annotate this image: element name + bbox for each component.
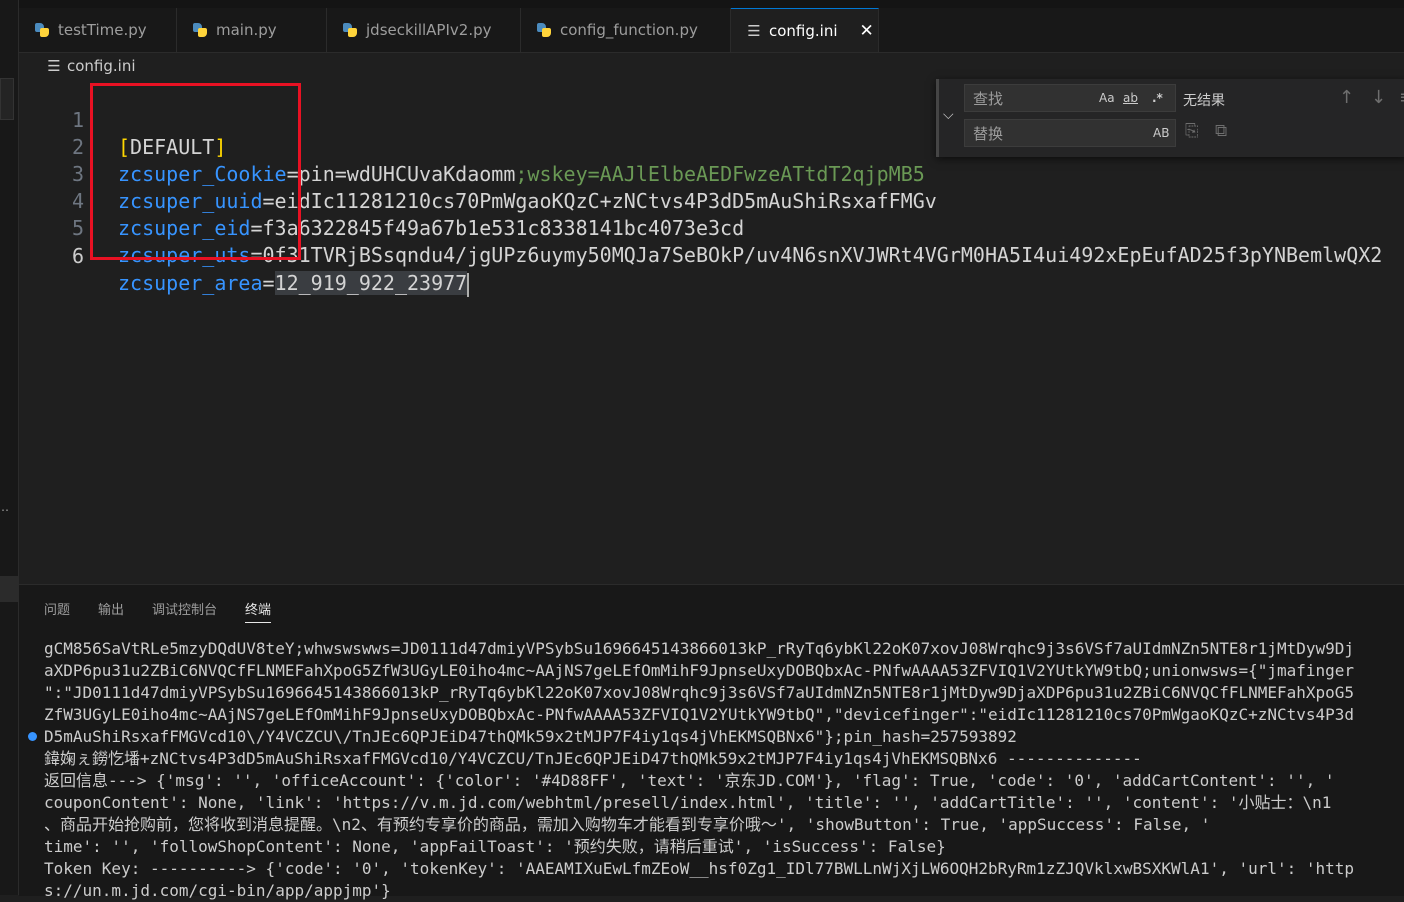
editor-tab-bar: testTime.py main.py jdseckillAPIv2.py co… xyxy=(19,0,1404,53)
terminal-line: time': '', 'followShopContent': None, 'a… xyxy=(44,837,946,856)
tab-label: testTime.py xyxy=(58,21,147,39)
selection-icon[interactable]: ≡ xyxy=(1399,87,1404,108)
tab-config-ini[interactable]: ☰ config.ini ✕ xyxy=(731,8,879,52)
python-icon xyxy=(537,22,552,38)
equals-sign: = xyxy=(250,243,263,267)
more-icon[interactable]: ‥ xyxy=(1,500,9,514)
previous-match-icon[interactable]: ↑ xyxy=(1339,87,1354,108)
terminal-line: D5mAuShiRsxafFMGVcd10\/Y4VCZCU\/TnJEc6QP… xyxy=(44,727,1017,746)
config-value: 0f31TVRjBSsqndu4/jgUPz6uymy50MQJa7SeBOkP… xyxy=(262,243,1383,267)
code-line-current[interactable]: 6 zcsuper_area=12_919_922_23977 xyxy=(19,216,1404,297)
terminal-line: ":"JD0111d47dmiyVPSybSu1696645143866013k… xyxy=(44,683,1355,702)
panel-tabs: 问题 输出 调试控制台 终端 xyxy=(44,599,272,623)
terminal-line: 鍏婅ぇ鐒忔墦+zNCtvs4P3dD5mAuShiRsxafFMGVcd10/Y… xyxy=(44,749,1142,768)
replace-box: AB xyxy=(964,119,1176,147)
tab-jdseckillapiv2[interactable]: jdseckillAPIv2.py xyxy=(327,8,521,52)
equals-sign: = xyxy=(262,271,275,295)
terminal-line: aXDP6pu31u2ZBiC6NVQCfFLNMEFahXpoG5ZfW3UG… xyxy=(44,661,1355,680)
tab-config-function[interactable]: config_function.py xyxy=(521,8,731,52)
text-cursor xyxy=(467,272,470,297)
find-result-count: 无结果 xyxy=(1183,93,1225,109)
find-replace-widget: ⌵ Aa ab .* AB 无结果 ↑ ↓ ≡ ⎘ ⧉ xyxy=(936,79,1404,157)
command-decoration-icon[interactable] xyxy=(28,732,37,741)
ini-file-icon: ☰ xyxy=(47,57,61,75)
config-key: zcsuper_area xyxy=(118,271,263,295)
terminal-line: couponContent': None, 'link': 'https://v… xyxy=(44,793,1332,812)
config-key: zcsuper_uts xyxy=(118,243,251,267)
replace-input[interactable] xyxy=(971,123,1095,145)
terminal-line: ZfW3UGyLE0iho4mc~AAjNS7geLEfOmMihF9Jpnse… xyxy=(44,705,1355,724)
tab-terminal[interactable]: 终端 xyxy=(245,599,272,623)
bottom-panel: 问题 输出 调试控制台 终端 gCM856SaVtRLe5mzyDQdUV8te… xyxy=(19,584,1404,900)
replace-one-icon[interactable]: ⎘ xyxy=(1185,121,1199,141)
terminal-line: 返回信息---> {'msg': '', 'officeAccount': {'… xyxy=(44,771,1335,790)
terminal-line: gCM856SaVtRLe5mzyDQdUV8teY;whwswswws=JD0… xyxy=(44,639,1355,658)
activity-bar: ‥ xyxy=(0,0,19,895)
line-number: 6 xyxy=(71,244,84,268)
terminal-line: 、商品开始抢购前，您将收到消息提醒。\n2、有预约专享价的商品，需加入购物车才能… xyxy=(44,815,1211,834)
config-value-selected: 12_919_922_23977 xyxy=(274,271,468,295)
tab-label: config_function.py xyxy=(560,21,698,39)
tab-label: config.ini xyxy=(769,21,838,40)
toggle-replace-chevron-icon[interactable]: ⌵ xyxy=(943,107,954,123)
whole-word-icon[interactable]: ab xyxy=(1123,91,1138,105)
terminal-line: Token Key: ----------> {'code': '0', 'to… xyxy=(44,859,1355,878)
terminal-output[interactable]: gCM856SaVtRLe5mzyDQdUV8teY;whwswswws=JD0… xyxy=(44,638,1404,902)
python-icon xyxy=(193,22,208,38)
tab-testtime[interactable]: testTime.py xyxy=(19,8,177,52)
tab-debug-console[interactable]: 调试控制台 xyxy=(152,599,217,623)
activity-item-bottom[interactable] xyxy=(0,576,18,602)
replace-all-icon[interactable]: ⧉ xyxy=(1215,121,1227,141)
code-line[interactable]: 4 zcsuper_eid=f3a6322845f49a67b1e531c833… xyxy=(19,161,1404,240)
tab-main[interactable]: main.py xyxy=(177,8,327,52)
preserve-case-icon[interactable]: AB xyxy=(1153,126,1169,140)
python-icon xyxy=(343,22,358,38)
tab-output[interactable]: 输出 xyxy=(98,599,124,623)
breadcrumb[interactable]: ☰ config.ini xyxy=(47,55,136,77)
match-case-icon[interactable]: Aa xyxy=(1099,91,1115,105)
breadcrumb-file[interactable]: config.ini xyxy=(67,57,136,75)
activity-item-selected[interactable] xyxy=(0,78,14,120)
tab-problems[interactable]: 问题 xyxy=(44,599,70,623)
regex-icon[interactable]: .* xyxy=(1152,91,1163,105)
code-line[interactable]: 5 zcsuper_uts=0f31TVRjBSsqndu4/jgUPz6uym… xyxy=(19,188,1404,267)
terminal-line: s://un.m.jd.com/cgi-bin/app/appjmp'} xyxy=(44,881,391,900)
ini-file-icon: ☰ xyxy=(747,21,761,40)
python-icon xyxy=(35,22,50,38)
find-input[interactable] xyxy=(971,88,1095,110)
tab-label: jdseckillAPIv2.py xyxy=(366,21,492,39)
close-icon[interactable]: ✕ xyxy=(860,21,874,41)
find-box: Aa ab .* xyxy=(964,84,1176,112)
tab-label: main.py xyxy=(216,21,277,39)
next-match-icon[interactable]: ↓ xyxy=(1371,87,1386,108)
